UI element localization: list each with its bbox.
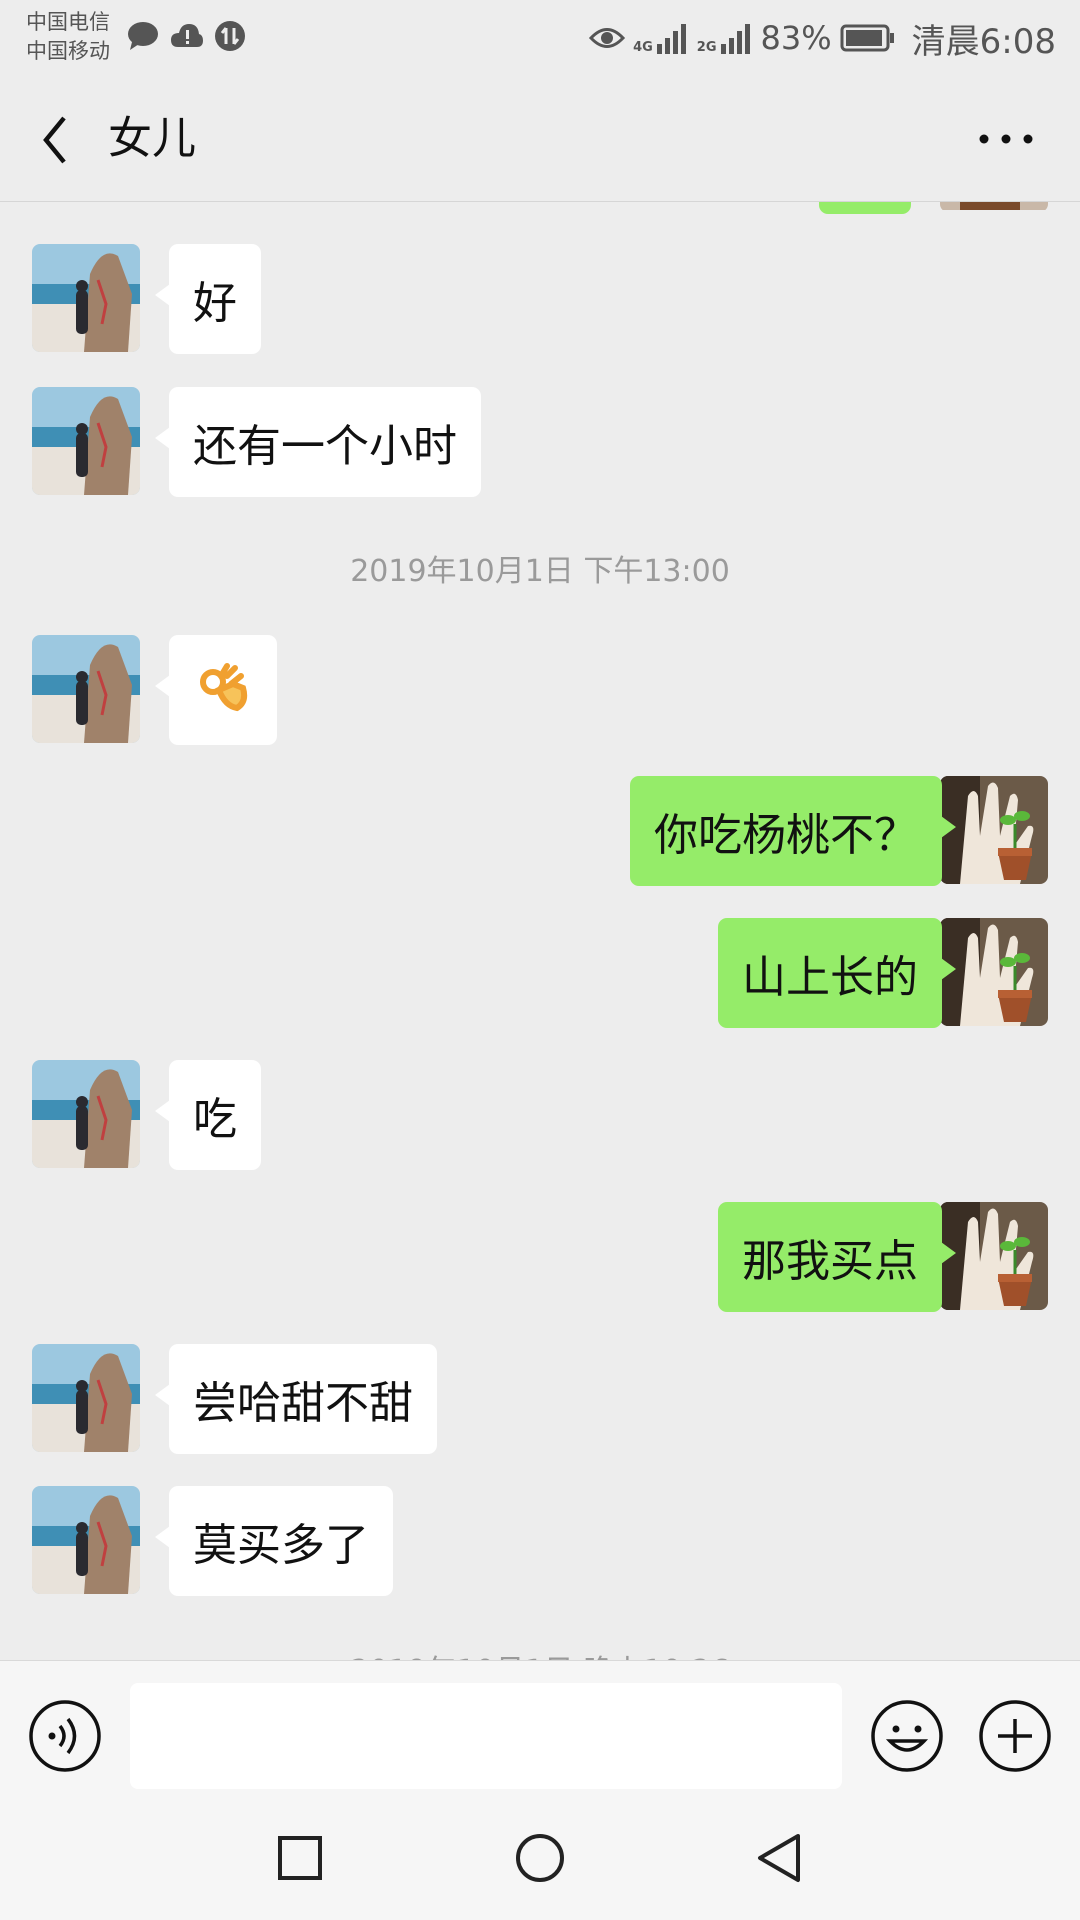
carrier-info: 中国电信 中国移动 bbox=[26, 8, 110, 66]
battery-icon bbox=[840, 24, 894, 52]
signal-icon-2 bbox=[720, 24, 750, 54]
data-transfer-icon bbox=[215, 21, 245, 51]
contact-avatar[interactable] bbox=[32, 635, 140, 743]
my-avatar[interactable] bbox=[940, 1202, 1048, 1310]
chevron-left-icon[interactable] bbox=[36, 112, 76, 168]
cloud-alert-icon bbox=[171, 24, 203, 47]
message-input[interactable] bbox=[130, 1683, 842, 1789]
message-bubble[interactable]: 莫买多了 bbox=[155, 1486, 393, 1596]
more-dots-icon[interactable] bbox=[978, 124, 1034, 154]
status-bar: 中国电信 中国移动 4G 2G 83% 清晨6:08 bbox=[0, 0, 1080, 76]
clock: 清晨6:08 bbox=[911, 21, 1056, 62]
message-row: 还有一个小时 bbox=[0, 387, 1080, 497]
signal-icon-1 bbox=[656, 24, 686, 54]
carrier-name-1: 中国电信 bbox=[26, 10, 110, 34]
notification-icons bbox=[126, 18, 246, 54]
chat-title: 女儿 bbox=[108, 113, 196, 164]
back-triangle-icon[interactable] bbox=[752, 1830, 808, 1886]
message-bubble[interactable]: 还有一个小时 bbox=[155, 387, 481, 497]
my-avatar[interactable] bbox=[940, 776, 1048, 884]
home-circle-icon[interactable] bbox=[512, 1830, 568, 1886]
contact-avatar[interactable] bbox=[32, 1060, 140, 1168]
message-bubble[interactable]: 尝哈甜不甜 bbox=[155, 1344, 437, 1454]
message-bubble[interactable]: 吃 bbox=[155, 1060, 261, 1170]
message-bubble[interactable] bbox=[155, 635, 277, 745]
message-timestamp: 2019年10月1日 晚上10:26 bbox=[0, 1646, 1080, 1660]
plus-icon[interactable] bbox=[978, 1699, 1052, 1773]
message-row: 好 bbox=[0, 244, 1080, 354]
previous-bubble-fragment bbox=[819, 202, 911, 214]
message-row: 吃 bbox=[0, 1060, 1080, 1170]
message-bubble[interactable]: 山上长的 bbox=[718, 918, 956, 1028]
message-row bbox=[0, 635, 1080, 745]
chat-notification-icon bbox=[128, 22, 158, 50]
battery-percent: 83% bbox=[760, 19, 832, 57]
message-bubble[interactable]: 那我买点 bbox=[718, 1202, 956, 1312]
message-timestamp: 2019年10月1日 下午13:00 bbox=[350, 554, 730, 589]
system-navigation-bar bbox=[0, 1792, 1080, 1920]
previous-avatar-fragment bbox=[940, 202, 1048, 212]
message-row: 山上长的 bbox=[0, 918, 1080, 1028]
carrier-name-2: 中国移动 bbox=[26, 39, 110, 63]
network-type-1: 4G bbox=[633, 40, 653, 55]
message-row: 莫买多了 bbox=[0, 1486, 1080, 1596]
contact-avatar[interactable] bbox=[32, 387, 140, 495]
emoji-icon[interactable] bbox=[870, 1699, 944, 1773]
network-type-2: 2G bbox=[696, 40, 717, 55]
my-avatar[interactable] bbox=[940, 918, 1048, 1026]
chat-header: 女儿 bbox=[0, 76, 1080, 202]
eye-icon bbox=[589, 28, 626, 48]
message-bubble[interactable]: 你吃杨桃不？ bbox=[630, 776, 956, 886]
contact-avatar[interactable] bbox=[32, 1344, 140, 1452]
message-row: 那我买点 bbox=[0, 1202, 1080, 1312]
ok-hand-icon bbox=[200, 663, 248, 712]
contact-avatar[interactable] bbox=[32, 244, 140, 352]
message-row: 你吃杨桃不？ bbox=[0, 776, 1080, 886]
recent-apps-icon[interactable] bbox=[272, 1830, 328, 1886]
status-right: 4G 2G 83% 清晨6:08 bbox=[589, 14, 1056, 62]
contact-avatar[interactable] bbox=[32, 1486, 140, 1594]
voice-icon[interactable] bbox=[28, 1699, 102, 1773]
message-list[interactable]: 好 还有一个小时 2019年10月1日 下午13:00 你吃杨桃不？ 山上长的 … bbox=[0, 202, 1080, 1660]
message-row: 尝哈甜不甜 bbox=[0, 1344, 1080, 1454]
input-bar bbox=[0, 1660, 1080, 1792]
message-bubble[interactable]: 好 bbox=[155, 244, 261, 354]
